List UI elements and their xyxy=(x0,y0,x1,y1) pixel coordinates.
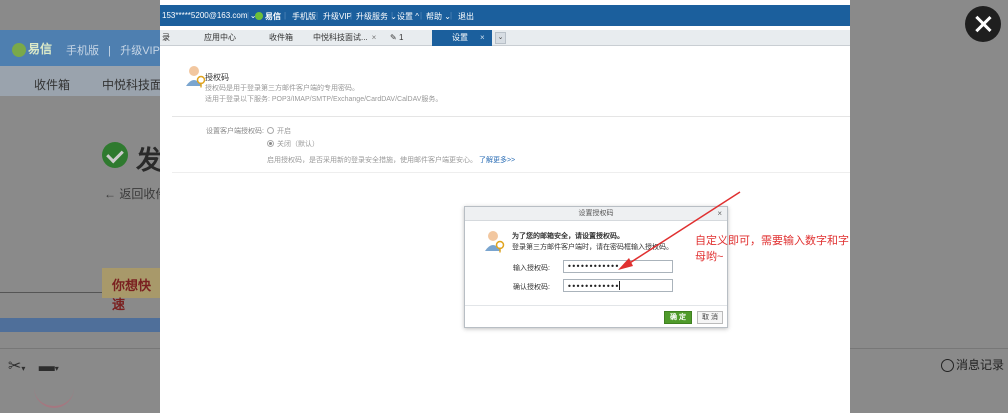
auth-desc-2: 适用于登录以下服务: POP3/IMAP/SMTP/Exchange/CardD… xyxy=(205,96,443,103)
auth-desc-1: 授权码是用于登录第三方邮件客户端的专用密码。 xyxy=(205,85,359,92)
background-back-link: ← 返回收件 xyxy=(104,187,168,201)
background-mobile-link: 手机版 xyxy=(66,45,99,57)
radio-off-indicator[interactable] xyxy=(267,140,274,147)
tab-inbox[interactable]: 收件箱 xyxy=(269,30,293,46)
tab-interview-close-icon[interactable]: × xyxy=(372,33,377,42)
background-strip xyxy=(0,318,160,332)
dialog-footer-divider xyxy=(465,305,727,306)
auth-setting-label: 设置客户端授权码: xyxy=(206,128,264,135)
background-toolbar: ✂▾ ▬▾ xyxy=(8,358,59,375)
yixin-icon xyxy=(255,12,263,20)
tab-settings[interactable]: 设置 × xyxy=(432,30,492,46)
dialog-header: 设置授权码 × xyxy=(465,207,727,221)
tabbar: 录 应用中心 收件箱 中悦科技面试... × ✎ 1 设置 × ⌄ xyxy=(160,30,850,46)
user-avatar-icon xyxy=(186,66,206,88)
auth-code-label: 输入授权码: xyxy=(513,265,550,272)
ok-button[interactable]: 确 定 xyxy=(664,311,692,324)
radio-off[interactable]: 关闭（默认） xyxy=(267,139,319,149)
edit-icon: ✎ xyxy=(390,33,397,42)
auth-code-input[interactable]: •••••••••••• xyxy=(563,260,673,273)
background-logo: 易信 xyxy=(12,40,52,57)
tab-settings-label: 设置 xyxy=(452,33,468,42)
dialog-avatar-icon xyxy=(485,231,505,253)
auth-note-text: 启用授权码，是否采用新的登录安全措施，使用邮件客户端更安心。 xyxy=(267,157,477,164)
section-bottom-border xyxy=(172,172,850,173)
confirm-auth-code-label: 确认授权码: xyxy=(513,284,550,291)
auth-title: 授权码 xyxy=(205,73,229,82)
message-log: 消息记录 xyxy=(940,356,1004,373)
background-banner: 你想快速 xyxy=(102,268,160,312)
tab-overflow-chevron-icon[interactable]: ⌄ xyxy=(495,32,506,44)
dialog-close-icon[interactable]: × xyxy=(717,207,722,221)
yixin-logo-icon xyxy=(12,42,26,57)
clock-icon xyxy=(940,359,954,373)
vip-link[interactable]: 升级VIP xyxy=(323,11,352,22)
dialog-message-1: 为了您的邮箱安全，请设置授权码。 xyxy=(512,233,624,240)
tab-compose[interactable]: ✎ 1 xyxy=(390,30,403,46)
tab-compose-label: 1 xyxy=(398,33,404,42)
mobile-link[interactable]: 手机版 xyxy=(292,11,316,22)
mail-topbar: 153*****5200@163.com ⌄ | 易信 | 手机版 | 升级VI… xyxy=(160,5,850,26)
annotation-text: 自定义即可，需要输入数字和字母哟~ xyxy=(695,235,849,263)
settings-menu[interactable]: 设置 ^ xyxy=(397,11,419,22)
confirm-auth-code-input[interactable]: •••••••••••• xyxy=(563,279,673,292)
scissors-icon: ✂ xyxy=(8,358,22,375)
tab-partial[interactable]: 录 xyxy=(162,30,170,46)
screenshot-icon: ▬ xyxy=(38,358,55,375)
account-menu[interactable]: 153*****5200@163.com ⌄ xyxy=(162,11,256,20)
help-menu[interactable]: 帮助 ⌄ xyxy=(426,11,451,22)
tab-interview[interactable]: 中悦科技面试... × xyxy=(313,30,376,46)
auth-note: 启用授权码，是否采用新的登录安全措施，使用邮件客户端更安心。 了解更多>> xyxy=(267,155,515,165)
background-heading: 发 xyxy=(136,145,163,175)
learn-more-link[interactable]: 了解更多>> xyxy=(479,157,515,164)
radio-on-label: 开启 xyxy=(277,128,291,135)
auth-section: 授权码 授权码是用于登录第三方邮件客户端的专用密码。 适用于登录以下服务: PO… xyxy=(172,56,850,114)
radio-on-indicator[interactable] xyxy=(267,127,274,134)
success-check-icon xyxy=(102,142,128,168)
background-logo-text: 易信 xyxy=(28,42,53,56)
section-divider xyxy=(172,116,850,117)
cancel-button[interactable]: 取 消 xyxy=(697,311,723,324)
tab-settings-close-icon[interactable]: × xyxy=(480,33,485,42)
background-vip-link: 升级VIP xyxy=(120,45,160,57)
logout-link[interactable]: 退出 xyxy=(458,11,474,22)
message-log-label: 消息记录 xyxy=(955,358,1004,372)
background-top-links: 手机版 | 升级VIP xyxy=(66,45,160,57)
yixin-link[interactable]: 易信 xyxy=(255,11,281,22)
radio-off-label: 关闭（默认） xyxy=(277,141,319,148)
scribble-decoration xyxy=(34,388,74,408)
close-viewer-icon[interactable] xyxy=(965,6,1001,42)
yixin-link-label: 易信 xyxy=(265,12,281,21)
background-tab-inbox: 收件箱 xyxy=(34,78,71,92)
dialog-message-2: 登录第三方邮件客户端时，请在密码框输入授权码。 xyxy=(512,244,673,251)
mail-window: 153*****5200@163.com ⌄ | 易信 | 手机版 | 升级VI… xyxy=(160,0,850,413)
tab-interview-label: 中悦科技面试... xyxy=(313,33,368,42)
dialog-title: 设置授权码 xyxy=(578,210,614,217)
confirm-auth-code-value: •••••••••••• xyxy=(567,282,619,291)
text-caret xyxy=(618,281,620,290)
tab-app-center[interactable]: 应用中心 xyxy=(204,30,236,46)
radio-on[interactable]: 开启 xyxy=(267,126,291,136)
set-auth-code-dialog: 设置授权码 × 为了您的邮箱安全，请设置授权码。 登录第三方邮件客户端时，请在密… xyxy=(464,206,728,328)
